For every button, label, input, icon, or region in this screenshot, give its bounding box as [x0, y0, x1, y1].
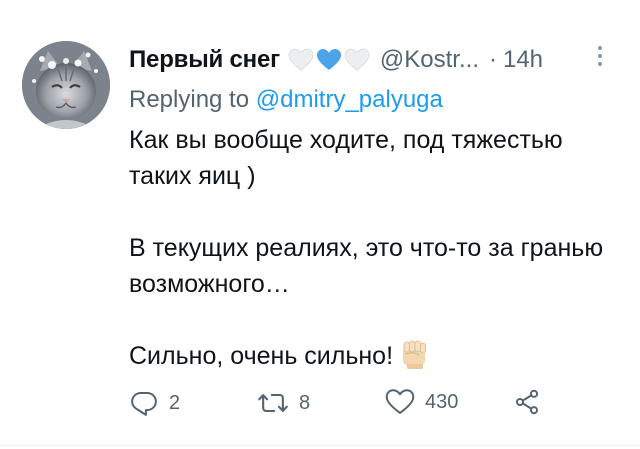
- white-heart-icon: [288, 48, 314, 71]
- user-handle[interactable]: @Kostr...: [380, 46, 479, 74]
- name-emojis: [288, 48, 370, 72]
- reply-icon: [131, 392, 157, 416]
- tweet-time[interactable]: 14h: [503, 46, 543, 74]
- tweet-actions: 2 8 430: [129, 388, 629, 422]
- avatar[interactable]: [22, 41, 110, 129]
- tweet-header: Первый снег @Kostr... · 14h: [129, 40, 629, 80]
- replying-to: Replying to @dmitry_palyuga: [129, 86, 629, 116]
- tweet-paragraph: Как вы вообще ходите, под тяжестью таких…: [129, 126, 563, 190]
- tweet-card[interactable]: Первый снег @Kostr... · 14h Replying to …: [0, 0, 640, 449]
- white-heart-icon: [344, 48, 370, 71]
- retweet-icon: [258, 393, 288, 413]
- dot-separator: ·: [488, 46, 497, 73]
- tweet-text: Как вы вообще ходите, под тяжестью таких…: [129, 122, 619, 380]
- tweet-paragraph-text: Сильно, очень сильно!: [129, 342, 394, 370]
- cat-avatar-image: [22, 41, 110, 129]
- blue-heart-icon: [316, 49, 341, 70]
- tweet-paragraph-last: Сильно, очень сильно!: [129, 338, 619, 380]
- retweet-count: 8: [299, 391, 311, 414]
- reply-button[interactable]: 2: [129, 388, 180, 418]
- tweet-paragraph: В текущих реалиях, это что-то за гранью …: [129, 234, 604, 298]
- share-button[interactable]: [513, 388, 541, 416]
- retweet-button[interactable]: 8: [257, 388, 310, 418]
- heart-outline-icon: [385, 389, 415, 414]
- tweet-content: Первый снег @Kostr... · 14h Replying to …: [129, 40, 629, 380]
- like-count: 430: [425, 390, 459, 413]
- display-name[interactable]: Первый снег: [129, 46, 280, 74]
- like-button[interactable]: 430: [385, 388, 458, 416]
- more-options-icon[interactable]: [597, 46, 603, 70]
- replying-to-handle-link[interactable]: @dmitry_palyuga: [256, 86, 443, 113]
- share-icon: [515, 389, 539, 415]
- replying-to-label: Replying to: [129, 86, 256, 113]
- divider: [0, 445, 640, 446]
- raised-fist-icon: [399, 338, 429, 380]
- reply-count: 2: [169, 391, 181, 414]
